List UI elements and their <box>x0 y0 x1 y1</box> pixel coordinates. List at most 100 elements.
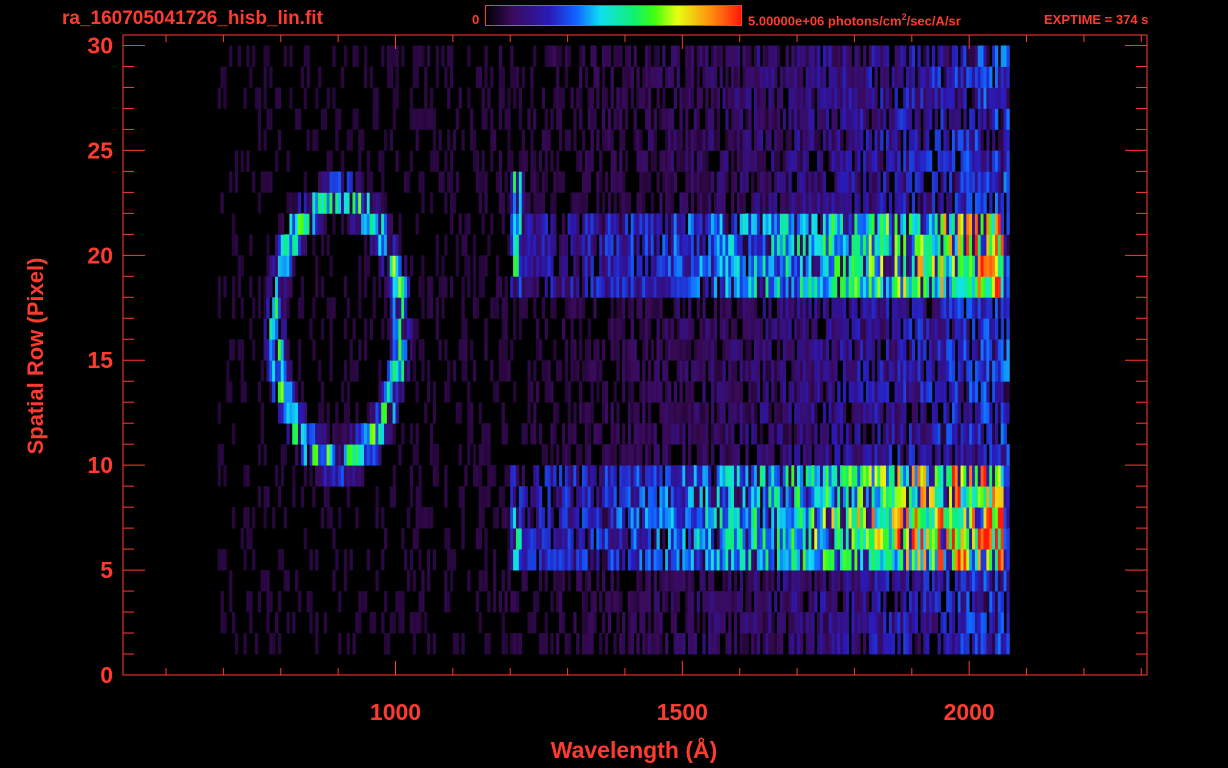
heatmap-cell <box>280 318 285 340</box>
heatmap-cell <box>490 360 494 382</box>
heatmap-cell <box>610 486 614 508</box>
heatmap-cell <box>731 381 735 403</box>
heatmap-cell <box>951 276 956 298</box>
heatmap-cell <box>728 45 732 67</box>
heatmap-cell <box>756 171 761 193</box>
heatmap-cell <box>429 87 434 109</box>
heatmap-cell <box>748 402 752 424</box>
heatmap-cell <box>650 150 655 172</box>
heatmap-cell <box>624 234 629 256</box>
heatmap-cell <box>556 276 560 298</box>
heatmap-cell <box>736 444 741 466</box>
heatmap-cell <box>587 423 591 445</box>
heatmap-cell <box>811 339 815 361</box>
heatmap-cell <box>779 402 784 424</box>
heatmap-cell <box>705 213 709 235</box>
heatmap-cell <box>745 507 749 529</box>
heatmap-cell <box>799 213 804 235</box>
heatmap-cell <box>857 423 861 445</box>
heatmap-cell <box>788 423 792 445</box>
heatmap-cell <box>541 192 546 214</box>
heatmap-cell <box>920 402 924 424</box>
heatmap-cell <box>885 444 890 466</box>
heatmap-cell <box>969 360 973 382</box>
heatmap-cell <box>581 276 586 298</box>
heatmap-cell <box>297 108 302 130</box>
heatmap-cell <box>530 234 534 256</box>
heatmap-cell <box>779 297 784 319</box>
heatmap-cell <box>989 318 993 340</box>
heatmap-cell <box>558 486 563 508</box>
heatmap-cell <box>665 66 669 88</box>
heatmap-cell <box>785 129 789 151</box>
heatmap-cell <box>693 423 698 445</box>
heatmap-cell <box>659 297 663 319</box>
heatmap-cell <box>719 255 723 277</box>
heatmap-cell <box>871 381 875 403</box>
heatmap-cell <box>553 549 557 571</box>
heatmap-cell <box>931 276 936 298</box>
heatmap-cell <box>776 339 781 361</box>
heatmap-cell <box>808 276 812 298</box>
heatmap-cell <box>837 549 841 571</box>
heatmap-cell <box>817 612 821 634</box>
heatmap-cell <box>530 423 534 445</box>
heatmap-cell <box>860 486 864 508</box>
heatmap-cell <box>481 150 485 172</box>
heatmap-cell <box>972 234 976 256</box>
heatmap-cell <box>599 528 603 550</box>
heatmap-cell <box>716 108 721 130</box>
heatmap-cell <box>949 171 953 193</box>
heatmap-cell <box>515 66 520 88</box>
heatmap-cell <box>386 423 391 445</box>
heatmap-cell <box>934 381 939 403</box>
heatmap-cell <box>885 276 890 298</box>
heatmap-cell <box>275 234 279 256</box>
heatmap-cell <box>653 150 657 172</box>
heatmap-cell <box>530 486 534 508</box>
heatmap-cell <box>782 402 786 424</box>
heatmap-cell <box>814 234 818 256</box>
heatmap-cell <box>656 45 660 67</box>
heatmap-cell <box>863 318 867 340</box>
heatmap-cell <box>739 591 743 613</box>
heatmap-cell <box>536 465 540 487</box>
heatmap-cell <box>791 150 795 172</box>
heatmap-cell <box>983 234 987 256</box>
heatmap-cell <box>424 108 428 130</box>
heatmap-cell <box>923 45 927 67</box>
heatmap-cell <box>917 486 921 508</box>
heatmap-cell <box>837 486 841 508</box>
heatmap-cell <box>983 297 987 319</box>
heatmap-cell <box>728 297 732 319</box>
heatmap-cell <box>685 234 689 256</box>
heatmap-cell <box>857 255 861 277</box>
heatmap-cell <box>269 171 273 193</box>
heatmap-cell <box>507 465 511 487</box>
heatmap-cell <box>513 549 517 571</box>
heatmap-cell <box>765 276 769 298</box>
heatmap-cell <box>923 423 927 445</box>
heatmap-cell <box>1003 402 1007 424</box>
heatmap-cell <box>917 45 921 67</box>
heatmap-cell <box>929 486 933 508</box>
heatmap-cell <box>252 297 256 319</box>
heatmap-cell <box>449 45 454 67</box>
heatmap-cell <box>639 570 643 592</box>
heatmap-cell <box>808 66 812 88</box>
heatmap-cell <box>670 255 675 277</box>
heatmap-cell <box>493 549 497 571</box>
heatmap-cell <box>863 213 867 235</box>
heatmap-cell <box>822 570 827 592</box>
heatmap-cell <box>828 318 832 340</box>
heatmap-cell <box>791 276 795 298</box>
heatmap-cell <box>736 339 741 361</box>
heatmap-cell <box>280 549 285 571</box>
heatmap-cell <box>972 486 976 508</box>
heatmap-cell <box>484 423 488 445</box>
heatmap-cell <box>415 486 419 508</box>
heatmap-cell <box>923 234 927 256</box>
heatmap-cell <box>226 360 230 382</box>
heatmap-cell <box>693 234 698 256</box>
heatmap-cell <box>937 150 941 172</box>
